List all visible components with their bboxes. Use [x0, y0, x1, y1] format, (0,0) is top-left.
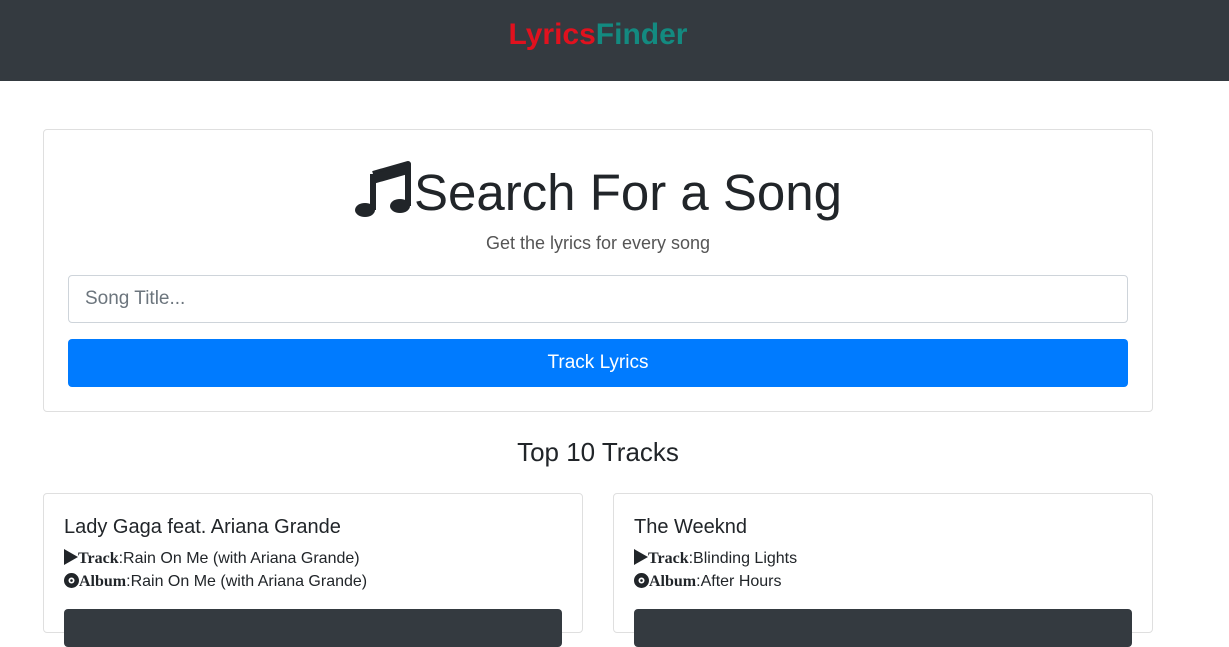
search-card: Search For a Song Get the lyrics for eve…: [43, 129, 1153, 412]
track-info: Track:Rain On Me (with Ariana Grande): [64, 549, 360, 568]
music-note-icon: [354, 161, 411, 217]
track-card: The Weeknd Track:Blinding Lights Album:A…: [613, 493, 1153, 647]
track-label: Track: [78, 550, 119, 567]
search-subtitle: Get the lyrics for every song: [485, 233, 711, 253]
top-tracks-heading: Top 10 Tracks: [517, 437, 679, 467]
album-label: Album: [649, 573, 697, 590]
play-icon: [64, 549, 78, 565]
track-name: Blinding Lights: [693, 550, 798, 567]
track-info: Track:Blinding Lights: [634, 549, 797, 568]
view-lyrics-button[interactable]: [64, 609, 562, 647]
song-title-input[interactable]: [68, 275, 1128, 323]
album-name: After Hours: [700, 573, 782, 590]
view-lyrics-button[interactable]: [634, 609, 1132, 647]
track-name: Rain On Me (with Ariana Grande): [123, 550, 360, 567]
album-label: Album: [79, 573, 127, 590]
track-lyrics-button[interactable]: Track Lyrics: [68, 339, 1128, 387]
artist-name: Lady Gaga feat. Ariana Grande: [64, 516, 341, 538]
compact-disc-icon: [634, 573, 649, 588]
track-label: Track: [648, 550, 689, 567]
search-title-text: Search For a Song: [413, 164, 843, 221]
search-title: Search For a Song: [44, 160, 1152, 224]
artist-name: The Weeknd: [634, 516, 748, 538]
brand-lyrics-text: Lyrics: [508, 18, 596, 51]
compact-disc-icon: [64, 573, 79, 588]
album-info: Album:Rain On Me (with Ariana Grande): [64, 573, 367, 591]
brand-finder-text: Finder: [595, 18, 688, 51]
track-card: Lady Gaga feat. Ariana Grande Track:Rain…: [43, 493, 583, 647]
album-name: Rain On Me (with Ariana Grande): [130, 573, 368, 590]
navbar: LyricsFinder: [0, 0, 1229, 81]
album-info: Album:After Hours: [634, 573, 782, 591]
play-icon: [634, 549, 648, 565]
brand-logo-link[interactable]: LyricsFinder: [0, 17, 1196, 53]
